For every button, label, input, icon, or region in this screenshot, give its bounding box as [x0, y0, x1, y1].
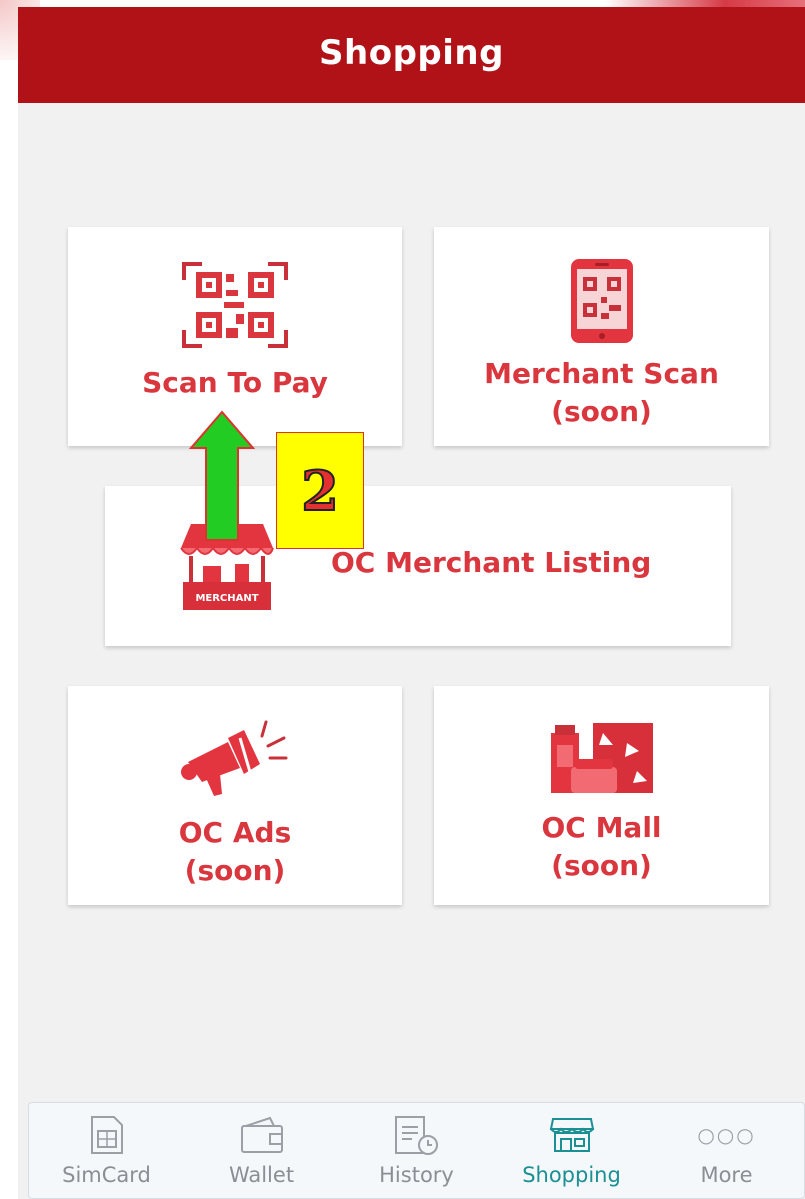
mall-label: OC Mall: [541, 810, 662, 844]
nav-item-more[interactable]: ○○○ More: [649, 1103, 804, 1198]
annotation-step-number: 2: [300, 458, 340, 524]
history-icon: [394, 1115, 438, 1155]
nav-label-more: More: [700, 1162, 753, 1187]
more-icon: ○○○: [697, 1122, 756, 1147]
nav-item-shopping[interactable]: Shopping: [494, 1103, 649, 1198]
app-screen: Shopping Scan To Pay Merchant Scan (soon…: [18, 7, 805, 1199]
nav-item-simcard[interactable]: SimCard: [29, 1103, 184, 1198]
mall-soon-label: (soon): [551, 848, 652, 882]
nav-item-wallet[interactable]: Wallet: [184, 1103, 339, 1198]
nav-item-history[interactable]: History: [339, 1103, 494, 1198]
merchant-scan-card[interactable]: Merchant Scan (soon): [434, 227, 769, 446]
annotation-arrow-icon: [189, 410, 255, 541]
merchant-scan-soon-label: (soon): [551, 394, 652, 428]
shop-icon: [549, 1117, 594, 1152]
nav-label-shopping: Shopping: [522, 1162, 621, 1187]
merchant-badge-text: MERCHANT: [195, 593, 258, 604]
page-title: Shopping: [319, 33, 504, 73]
phone-qr-icon: [570, 258, 633, 343]
megaphone-icon: [181, 720, 288, 796]
app-header: Shopping: [18, 7, 805, 103]
ads-card[interactable]: OC Ads (soon): [68, 686, 402, 905]
merchant-scan-label: Merchant Scan: [484, 356, 719, 390]
mall-card[interactable]: OC Mall (soon): [434, 686, 769, 905]
ads-label: OC Ads: [178, 815, 292, 849]
nav-label-history: History: [379, 1162, 454, 1187]
products-icon: [550, 722, 653, 793]
scan-to-pay-label: Scan To Pay: [142, 365, 328, 399]
nav-label-wallet: Wallet: [228, 1162, 295, 1187]
wallet-icon: [240, 1116, 283, 1153]
merchant-listing-label: OC Merchant Listing: [331, 546, 652, 579]
bottom-nav: SimCard Wallet History Shopping ○○○ More: [28, 1102, 805, 1199]
ads-soon-label: (soon): [184, 853, 286, 887]
sim-card-icon: [90, 1115, 123, 1154]
nav-label-simcard: SimCard: [62, 1162, 151, 1187]
qr-scan-icon: [182, 261, 288, 348]
annotation-step-box: 2: [276, 432, 364, 549]
